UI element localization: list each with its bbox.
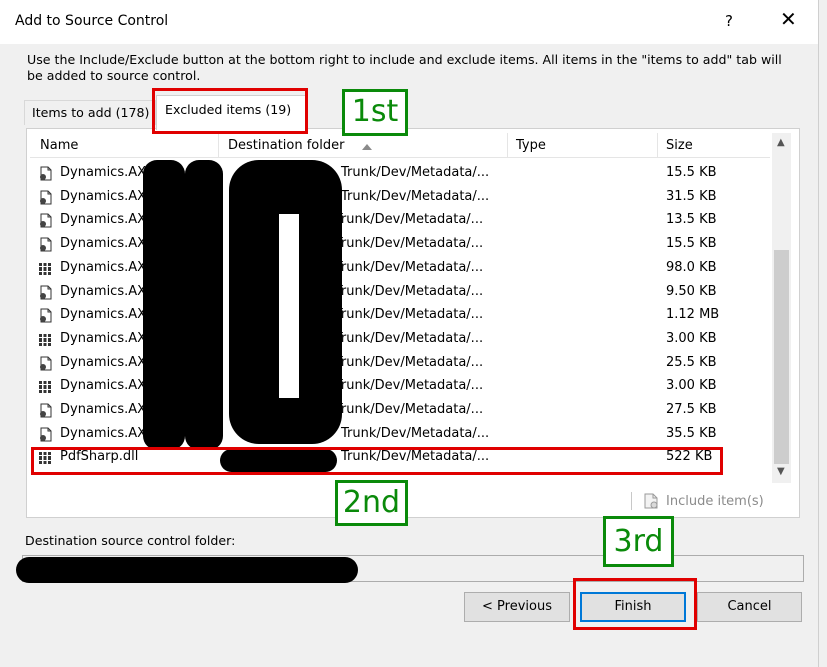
row-name: Dynamics.AX bbox=[60, 425, 147, 441]
document-icon bbox=[38, 190, 53, 205]
row-size: 35.5 KB bbox=[666, 425, 717, 441]
row-name: Dynamics.AX bbox=[60, 212, 147, 228]
step-label-1st: 1st bbox=[342, 89, 408, 136]
row-size: 3.00 KB bbox=[666, 330, 717, 346]
document-icon bbox=[38, 166, 53, 181]
cancel-button[interactable]: Cancel bbox=[697, 592, 802, 622]
row-size: 15.5 KB bbox=[666, 165, 717, 180]
document-icon bbox=[38, 308, 53, 323]
destination-folder-label: Destination source control folder: bbox=[25, 533, 236, 548]
row-name: Dynamics.AX bbox=[60, 165, 147, 180]
row-size: 3.00 KB bbox=[666, 378, 717, 394]
row-destination: Trunk/Dev/Metadata/... bbox=[341, 165, 490, 180]
column-divider[interactable] bbox=[657, 133, 658, 157]
highlight-finish-button bbox=[573, 578, 697, 630]
table-row[interactable]: Dynamics.AX Up Trunk/Dev/Metadata/... 25.5… bbox=[30, 352, 770, 375]
row-size: 15.5 KB bbox=[666, 236, 717, 252]
table-row[interactable]: Dynamics.AX Up Trunk/Dev/Metadata/... 9.50… bbox=[30, 281, 770, 304]
column-header-name[interactable]: Name bbox=[40, 138, 78, 153]
column-header-size[interactable]: Size bbox=[666, 138, 693, 153]
title-bar: Add to Source Control ? ✕ bbox=[0, 0, 818, 44]
row-size: 1.12 MB bbox=[666, 307, 720, 323]
tab-items-to-add-label: Items to add (178) bbox=[32, 105, 150, 120]
previous-button[interactable]: < Previous bbox=[464, 592, 570, 622]
step-label-3rd: 3rd bbox=[603, 516, 674, 567]
row-name: Dynamics.AX bbox=[60, 236, 147, 252]
row-size: 13.5 KB bbox=[666, 212, 717, 228]
library-icon bbox=[38, 332, 53, 347]
row-destination: Trunk/Dev/Metadata/... bbox=[341, 425, 490, 441]
row-name: Dynamics.AX bbox=[60, 259, 147, 275]
table-row[interactable]: Dynamics.AX Up Trunk/Dev/Metadata/... 98.0… bbox=[30, 257, 770, 280]
toolbar-divider bbox=[631, 492, 632, 510]
row-size: 27.5 KB bbox=[666, 402, 717, 417]
row-size: 9.50 KB bbox=[666, 283, 717, 299]
list-header: Name Destination folder Type Size bbox=[30, 133, 770, 158]
row-name: Dynamics.AX bbox=[60, 283, 147, 299]
row-size: 98.0 KB bbox=[666, 259, 717, 275]
scroll-up-icon[interactable]: ▲ bbox=[777, 137, 785, 148]
row-name: Dynamics.AX bbox=[60, 307, 147, 323]
highlight-pdfsharp-row bbox=[31, 447, 723, 475]
document-icon bbox=[38, 285, 53, 300]
help-button[interactable]: ? bbox=[725, 12, 733, 30]
row-size: 25.5 KB bbox=[666, 354, 717, 370]
tab-items-to-add[interactable]: Items to add (178) bbox=[24, 100, 156, 125]
row-size: 31.5 KB bbox=[666, 188, 717, 204]
document-icon bbox=[38, 403, 53, 418]
row-name: Dynamics.AX bbox=[60, 402, 147, 417]
table-row[interactable]: Dynamics.AX Up Trunk/Dev/Metadata/... 3.00… bbox=[30, 328, 770, 351]
table-row[interactable]: Dynamics.AX Trunk/Dev/Metadata/... 15.5 KB bbox=[30, 162, 770, 185]
document-icon bbox=[38, 213, 53, 228]
row-name: Dynamics.AX bbox=[60, 330, 147, 346]
step-label-2nd: 2nd bbox=[335, 480, 408, 526]
column-divider[interactable] bbox=[218, 133, 219, 157]
include-items-label: Include item(s) bbox=[666, 494, 764, 509]
row-name: Dynamics.AX bbox=[60, 354, 147, 370]
include-document-icon bbox=[644, 493, 658, 509]
close-button[interactable]: ✕ bbox=[780, 9, 797, 29]
table-row[interactable]: Dynamics.AX Trunk/Dev/Metadata/... 31.5 KB bbox=[30, 186, 770, 209]
row-name: Dynamics.AX bbox=[60, 188, 147, 204]
row-destination: Trunk/Dev/Metadata/... bbox=[341, 188, 490, 204]
table-row[interactable]: Dynamics.AX Trunk/Dev/Metadata/... 35.5 KB bbox=[30, 423, 770, 446]
instructions-text: Use the Include/Exclude button at the bo… bbox=[27, 52, 782, 83]
document-icon bbox=[38, 427, 53, 442]
table-row[interactable]: Dynamics.AX Up Trunk/Dev/Metadata/... 1.12… bbox=[30, 304, 770, 327]
table-row[interactable]: Dynamics.AX Up Trunk/Dev/Metadata/... 27.5… bbox=[30, 399, 770, 422]
column-divider[interactable] bbox=[507, 133, 508, 157]
table-row[interactable]: Dynamics.AX Up Trunk/Dev/Metadata/... 15.5… bbox=[30, 233, 770, 256]
library-icon bbox=[38, 261, 53, 276]
vertical-scrollbar[interactable]: ▲ ▼ bbox=[772, 133, 791, 483]
redaction-mark bbox=[143, 160, 185, 450]
excluded-items-list: Name Destination folder Type Size Dynami… bbox=[30, 133, 770, 487]
column-header-type[interactable]: Type bbox=[516, 138, 546, 153]
window-title: Add to Source Control bbox=[15, 13, 169, 29]
scrollbar-thumb[interactable] bbox=[774, 250, 789, 464]
scroll-down-icon[interactable]: ▼ bbox=[777, 466, 785, 477]
redaction-gap bbox=[279, 214, 299, 398]
table-row[interactable]: Dynamics.AX Up Trunk/Dev/Metadata/... 13.5… bbox=[30, 209, 770, 232]
redaction-mark bbox=[185, 160, 223, 450]
highlight-excluded-tab bbox=[152, 88, 308, 134]
table-row[interactable]: Dynamics.AX Up Trunk/Dev/Metadata/... 3.00… bbox=[30, 375, 770, 398]
row-name: Dynamics.AX bbox=[60, 378, 147, 394]
column-header-destination[interactable]: Destination folder bbox=[228, 138, 344, 153]
library-icon bbox=[38, 379, 53, 394]
document-icon bbox=[38, 237, 53, 252]
redaction-mark bbox=[16, 557, 358, 583]
document-icon bbox=[38, 356, 53, 371]
sort-ascending-icon bbox=[362, 144, 372, 150]
